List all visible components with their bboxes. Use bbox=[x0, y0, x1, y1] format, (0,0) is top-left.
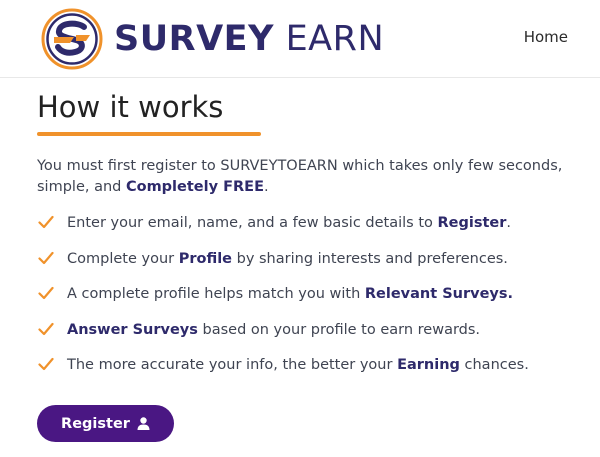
check-icon bbox=[38, 251, 54, 264]
step-text-after: based on your profile to earn rewards. bbox=[197, 321, 481, 338]
step-highlight: Answer Surveys bbox=[67, 321, 198, 338]
title-underline bbox=[37, 132, 261, 136]
site-logo-link[interactable]: SURVEY EARN bbox=[40, 7, 384, 71]
check-icon bbox=[38, 357, 54, 371]
step-highlight: Register bbox=[437, 215, 507, 231]
site-header: SURVEY EARN Home bbox=[0, 0, 600, 78]
intro-highlight: Completely FREE bbox=[125, 179, 264, 195]
user-icon bbox=[137, 417, 150, 430]
step-text-after: . bbox=[506, 215, 512, 231]
step-text-before: Enter your email, name, and a few basic … bbox=[67, 215, 438, 231]
survey-earn-logo-icon bbox=[41, 8, 103, 70]
step-highlight: Profile bbox=[178, 250, 232, 267]
brand-wordmark: SURVEY EARN bbox=[114, 19, 384, 59]
check-icon bbox=[38, 322, 54, 335]
intro-text-after: . bbox=[263, 179, 269, 195]
step-item-earning: The more accurate your info, the better … bbox=[37, 355, 577, 391]
intro-text: You must first register to SURVEYTOEARN … bbox=[37, 156, 577, 198]
register-button-label: Register bbox=[61, 415, 130, 432]
brand-word-survey: SURVEY bbox=[114, 19, 274, 59]
intro-text-before: You must first register to SURVEYTOEARN … bbox=[37, 158, 563, 195]
step-item-answer-surveys: Answer Surveys based on your profile to … bbox=[37, 320, 577, 356]
brand-word-earn: EARN bbox=[285, 19, 385, 59]
step-item-register: Enter your email, name, and a few basic … bbox=[37, 213, 577, 249]
steps-list: Enter your email, name, and a few basic … bbox=[37, 213, 577, 391]
step-text-after: chances. bbox=[459, 357, 529, 373]
step-item-relevant-surveys: A complete profile helps match you with … bbox=[37, 284, 577, 320]
nav-home-link[interactable]: Home bbox=[524, 28, 568, 46]
section-title: How it works bbox=[37, 90, 224, 124]
step-item-profile: Complete your Profile by sharing interes… bbox=[37, 249, 577, 285]
step-highlight: Earning bbox=[397, 357, 460, 373]
step-highlight: Relevant Surveys. bbox=[364, 286, 514, 302]
step-text-before: A complete profile helps match you with bbox=[67, 286, 365, 302]
check-icon bbox=[38, 215, 54, 229]
step-text-after: by sharing interests and preferences. bbox=[232, 250, 508, 267]
step-text-before: The more accurate your info, the better … bbox=[67, 357, 398, 373]
register-button[interactable]: Register bbox=[37, 405, 174, 442]
how-it-works-section: How it works You must first register to … bbox=[37, 90, 577, 391]
step-text-before: Complete your bbox=[67, 250, 179, 267]
check-icon bbox=[38, 286, 54, 300]
